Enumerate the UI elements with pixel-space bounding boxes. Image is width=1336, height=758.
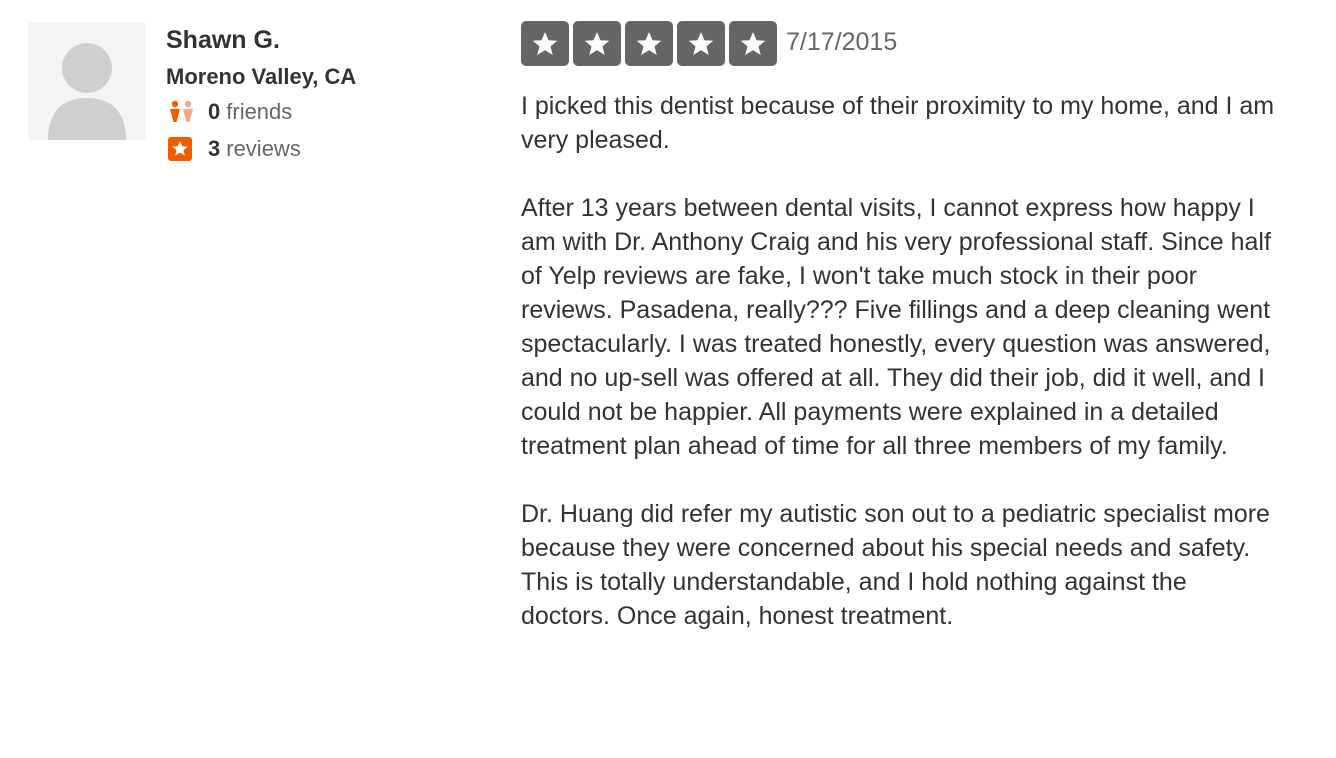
default-user-silhouette-icon xyxy=(28,22,146,140)
review-paragraph: I picked this dentist because of their p… xyxy=(521,92,1275,154)
star-icon xyxy=(740,31,766,55)
star-rating xyxy=(521,21,777,66)
star-icon xyxy=(688,31,714,55)
review-star-icon xyxy=(168,136,198,162)
rating-star xyxy=(521,21,569,66)
star-icon xyxy=(532,31,558,55)
user-name[interactable]: Shawn G. xyxy=(166,26,280,55)
rating-star xyxy=(573,21,621,66)
reviews-count: 3 xyxy=(208,136,221,161)
reviews-label: reviews xyxy=(226,136,301,161)
rating-star xyxy=(677,21,725,66)
rating-star xyxy=(625,21,673,66)
friends-count: 0 xyxy=(208,99,221,124)
rating-star xyxy=(729,21,777,66)
review-paragraph: Dr. Huang did refer my autistic son out … xyxy=(521,500,1270,630)
review-text: I picked this dentist because of their p… xyxy=(521,89,1281,667)
friends-icon xyxy=(168,99,198,125)
friends-label: friends xyxy=(226,99,293,124)
review-paragraph: After 13 years between dental visits, I … xyxy=(521,194,1271,460)
user-location: Moreno Valley, CA xyxy=(166,64,357,89)
friends-stat: 0 friends xyxy=(168,99,292,125)
avatar[interactable] xyxy=(28,22,146,140)
star-icon xyxy=(636,31,662,55)
reviews-stat: 3 reviews xyxy=(168,136,301,162)
star-icon xyxy=(584,31,610,55)
review-date: 7/17/2015 xyxy=(786,28,898,56)
